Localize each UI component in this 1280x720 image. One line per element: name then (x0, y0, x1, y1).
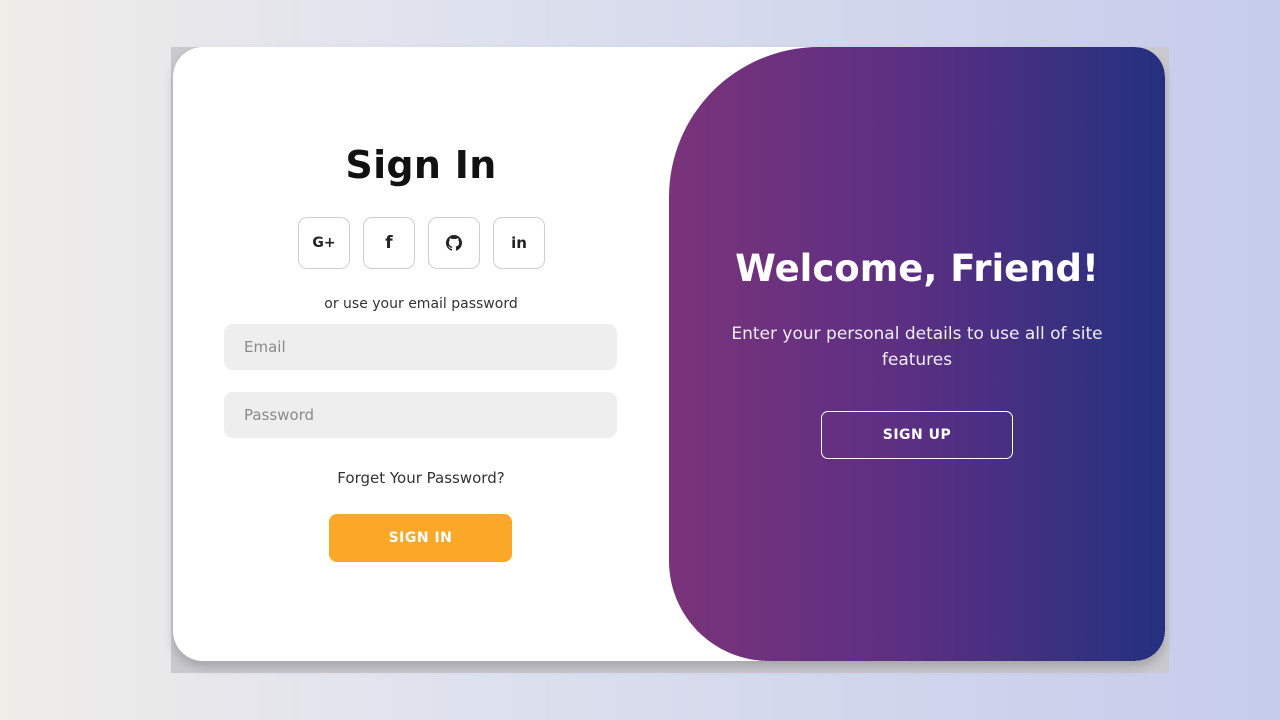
signup-button[interactable]: SIGN UP (821, 411, 1013, 459)
github-button[interactable] (428, 217, 480, 269)
github-icon (446, 235, 462, 251)
linkedin-icon: in (511, 234, 527, 252)
google-plus-icon: G+ (312, 235, 336, 251)
welcome-text: Enter your personal details to use all o… (731, 324, 1103, 370)
email-field[interactable] (224, 324, 617, 370)
facebook-icon: f (385, 233, 393, 253)
forgot-password-link[interactable]: Forget Your Password? (173, 469, 669, 487)
divider-text: or use your email password (324, 296, 518, 312)
facebook-button[interactable]: f (363, 217, 415, 269)
google-plus-button[interactable]: G+ (298, 217, 350, 269)
signin-button[interactable]: SIGN IN (329, 514, 512, 562)
social-login-row: G+ f in (298, 217, 545, 269)
signin-title: Sign In (345, 143, 497, 187)
auth-card: Sign In G+ f in or use your email passwo… (173, 47, 1165, 661)
password-field[interactable] (224, 392, 617, 438)
linkedin-button[interactable]: in (493, 217, 545, 269)
welcome-title: Welcome, Friend! (735, 247, 1099, 290)
